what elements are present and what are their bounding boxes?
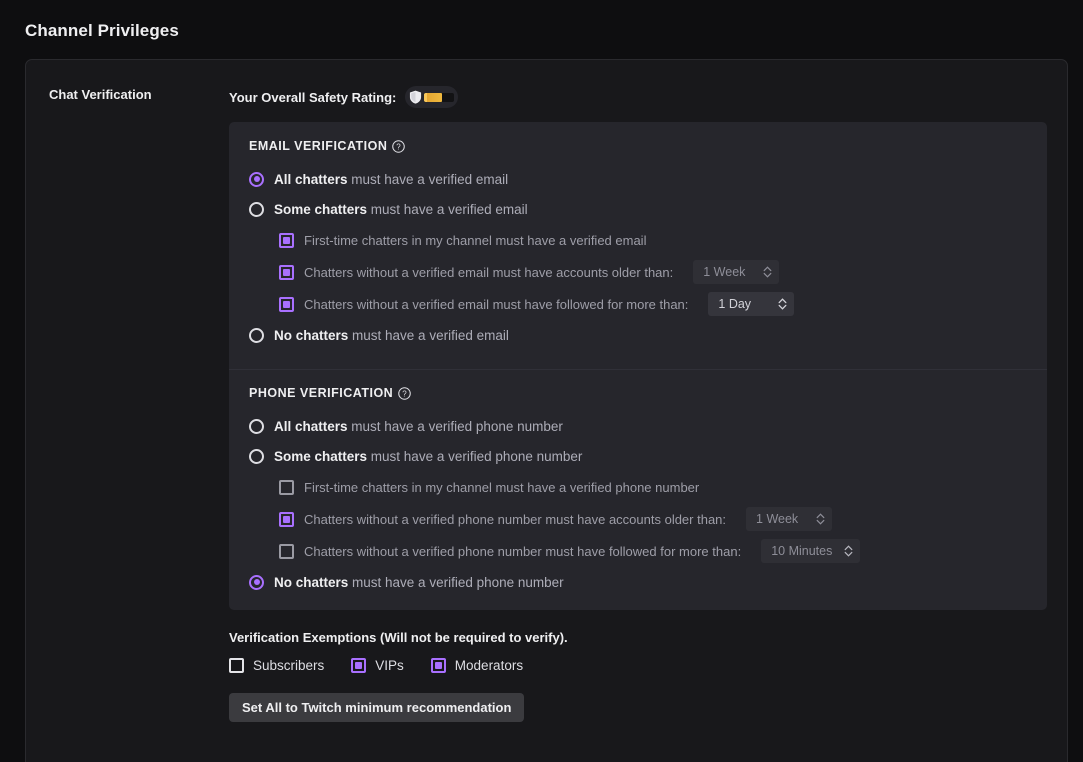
email-check-account-age[interactable]: Chatters without a verified email must h… xyxy=(279,259,1047,285)
safety-meter-notch xyxy=(424,92,428,102)
email-radio-some-chatters-label: Some chatters must have a verified email xyxy=(274,202,528,217)
exemptions-row: Subscribers VIPs Moderators xyxy=(229,658,1049,673)
phone-radio-all-chatters-label: All chatters must have a verified phone … xyxy=(274,419,563,434)
phone-radio-no-chatters[interactable]: No chatters must have a verified phone n… xyxy=(249,570,1047,594)
checkbox-indicator[interactable] xyxy=(229,658,244,673)
safety-meter xyxy=(424,92,455,102)
set-twitch-minimum-recommendation-button[interactable]: Set All to Twitch minimum recommendation xyxy=(229,693,525,722)
select-value: 1 Day xyxy=(718,297,752,311)
email-account-age-select[interactable]: 1 Week xyxy=(693,260,780,284)
phone-account-age-select[interactable]: 1 Week xyxy=(746,507,833,531)
radio-indicator[interactable] xyxy=(249,327,264,343)
stepper-chevrons-icon xyxy=(778,298,787,310)
select-value: 1 Week xyxy=(703,265,746,279)
safety-rating-label: Your Overall Safety Rating: xyxy=(229,89,397,105)
phone-verification-heading: PHONE VERIFICATION xyxy=(249,386,394,400)
checkbox-label: Chatters without a verified phone number… xyxy=(304,511,727,527)
radio-strong-text: Some chatters xyxy=(274,201,368,217)
svg-text:?: ? xyxy=(397,142,402,151)
email-radio-no-chatters[interactable]: No chatters must have a verified email xyxy=(249,323,1047,347)
email-check-first-time-chatters[interactable]: First-time chatters in my channel must h… xyxy=(279,227,1047,253)
phone-radio-no-chatters-label: No chatters must have a verified phone n… xyxy=(274,575,564,590)
exemption-vips[interactable]: VIPs xyxy=(351,658,404,673)
exemption-label: Moderators xyxy=(454,658,524,673)
checkbox-label: Chatters without a verified phone number… xyxy=(304,543,742,559)
email-radio-no-chatters-label: No chatters must have a verified email xyxy=(274,328,509,343)
radio-rest-text: must have a verified email xyxy=(347,171,509,187)
checkbox-indicator[interactable] xyxy=(430,658,446,673)
phone-radio-some-chatters[interactable]: Some chatters must have a verified phone… xyxy=(249,444,1047,468)
email-radio-some-chatters[interactable]: Some chatters must have a verified email xyxy=(249,197,1047,221)
svg-text:?: ? xyxy=(402,389,407,398)
exemption-moderators[interactable]: Moderators xyxy=(430,658,524,673)
checkbox-indicator[interactable] xyxy=(279,543,294,559)
email-verification-heading-row: EMAIL VERIFICATION ? xyxy=(249,139,1047,153)
select-value: 10 Minutes xyxy=(771,544,833,558)
channel-privileges-card: Chat Verification Your Overall Safety Ra… xyxy=(25,59,1068,762)
checkbox-indicator[interactable] xyxy=(279,232,294,248)
select-value: 1 Week xyxy=(756,512,799,526)
checkbox-label: Chatters without a verified email must h… xyxy=(304,296,689,312)
stepper-chevrons-icon xyxy=(816,513,825,525)
safety-rating-badge[interactable] xyxy=(405,86,459,108)
radio-strong-text: All chatters xyxy=(274,171,348,187)
phone-radio-some-chatters-label: Some chatters must have a verified phone… xyxy=(274,449,582,464)
shield-icon xyxy=(410,90,422,104)
radio-indicator[interactable] xyxy=(249,201,264,217)
checkbox-indicator[interactable] xyxy=(279,511,294,527)
radio-rest-text: must have a verified phone number xyxy=(347,418,563,434)
radio-rest-text: must have a verified email xyxy=(367,201,528,217)
radio-strong-text: No chatters xyxy=(274,574,349,590)
checkbox-label: First-time chatters in my channel must h… xyxy=(304,232,647,248)
exemptions-title: Verification Exemptions (Will not be req… xyxy=(229,630,568,645)
email-radio-all-chatters-label: All chatters must have a verified email xyxy=(274,172,508,187)
help-circle-icon[interactable]: ? xyxy=(392,139,406,153)
page-title: Channel Privileges xyxy=(25,21,179,40)
phone-check-follow-duration[interactable]: Chatters without a verified phone number… xyxy=(279,538,1047,564)
verification-panel: EMAIL VERIFICATION ? All chatters must h… xyxy=(229,122,1047,610)
phone-verification-heading-row: PHONE VERIFICATION ? xyxy=(249,386,1047,400)
email-verification-section: EMAIL VERIFICATION ? All chatters must h… xyxy=(229,122,1047,369)
radio-indicator[interactable] xyxy=(249,171,264,187)
radio-rest-text: must have a verified phone number xyxy=(348,574,564,590)
settings-content: Your Overall Safety Rating: EMAIL VERIFI… xyxy=(229,84,1049,722)
radio-strong-text: Some chatters xyxy=(274,448,368,464)
email-follow-duration-select[interactable]: 1 Day xyxy=(708,292,795,316)
stepper-chevrons-icon xyxy=(763,266,772,278)
checkbox-indicator[interactable] xyxy=(279,296,294,312)
phone-radio-all-chatters[interactable]: All chatters must have a verified phone … xyxy=(249,414,1047,438)
phone-follow-duration-select[interactable]: 10 Minutes xyxy=(761,539,861,563)
help-circle-icon[interactable]: ? xyxy=(398,386,411,400)
section-label-chat-verification: Chat Verification xyxy=(49,87,152,102)
checkbox-indicator[interactable] xyxy=(351,658,367,673)
radio-indicator[interactable] xyxy=(249,418,264,434)
exemption-label: VIPs xyxy=(375,658,404,673)
radio-strong-text: All chatters xyxy=(274,418,348,434)
safety-rating-row: Your Overall Safety Rating: xyxy=(229,84,1049,110)
stepper-chevrons-icon xyxy=(844,545,853,557)
radio-rest-text: must have a verified email xyxy=(348,327,509,343)
phone-check-first-time-chatters[interactable]: First-time chatters in my channel must h… xyxy=(279,474,1047,500)
email-verification-heading: EMAIL VERIFICATION xyxy=(249,139,388,153)
checkbox-indicator[interactable] xyxy=(279,264,294,280)
checkbox-label: Chatters without a verified email must h… xyxy=(304,264,674,280)
phone-verification-section: PHONE VERIFICATION ? All chatters must h… xyxy=(229,370,1047,610)
checkbox-label: First-time chatters in my channel must h… xyxy=(304,479,700,495)
exemption-subscribers[interactable]: Subscribers xyxy=(229,658,324,673)
exemption-label: Subscribers xyxy=(253,658,325,673)
email-check-follow-duration[interactable]: Chatters without a verified email must h… xyxy=(279,291,1047,317)
radio-indicator[interactable] xyxy=(249,448,264,464)
radio-indicator[interactable] xyxy=(249,574,264,590)
email-radio-all-chatters[interactable]: All chatters must have a verified email xyxy=(249,167,1047,191)
phone-check-account-age[interactable]: Chatters without a verified phone number… xyxy=(279,506,1047,532)
radio-strong-text: No chatters xyxy=(274,327,349,343)
checkbox-indicator[interactable] xyxy=(279,479,294,495)
radio-rest-text: must have a verified phone number xyxy=(367,448,583,464)
